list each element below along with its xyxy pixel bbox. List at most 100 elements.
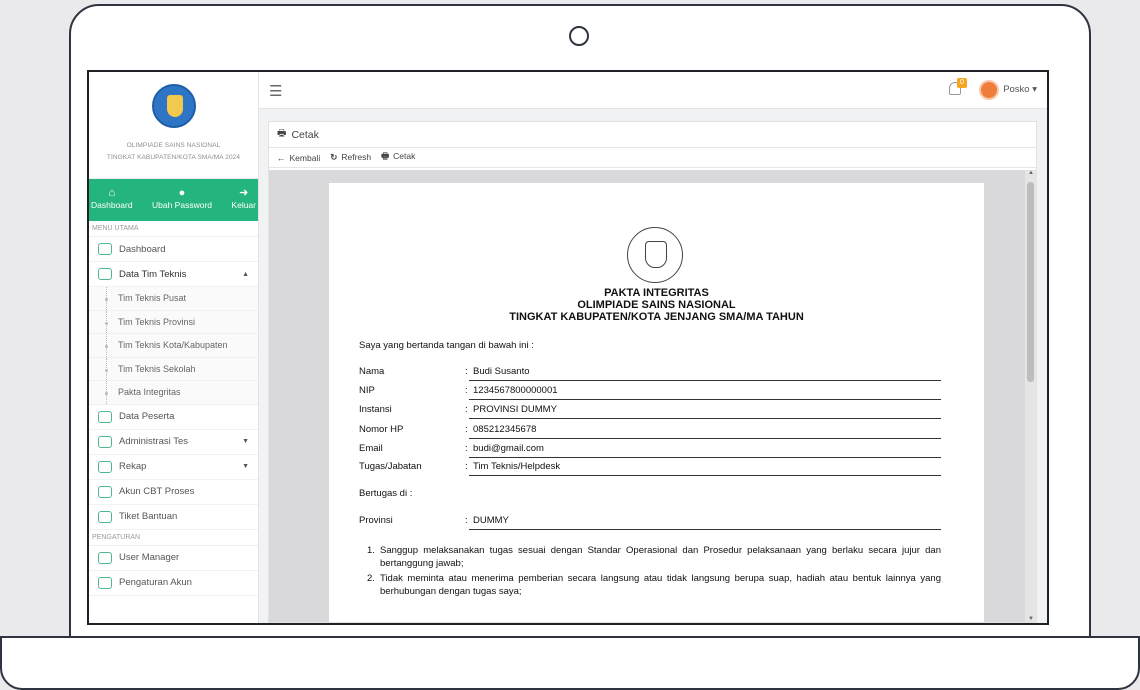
sidebar-item-label: Akun CBT Proses — [119, 486, 195, 497]
quick-ubah-password-label: Ubah Password — [152, 200, 213, 210]
field-label: Provinsi — [359, 515, 393, 526]
home-icon: ⌂ — [108, 187, 116, 199]
field-underline — [469, 380, 941, 381]
quick-keluar-button[interactable]: ➜ Keluar — [231, 187, 256, 221]
submenu-item-tim-teknis-pusat[interactable]: Tim Teknis Pusat — [89, 287, 258, 311]
sidebar-item-label: Dashboard — [119, 243, 166, 255]
field-email: Email : budi@gmail.com — [359, 443, 941, 458]
sidebar-item-label: Data Tim Teknis — [119, 268, 187, 280]
field-value: Budi Susanto — [473, 366, 530, 377]
print-button[interactable]: 🖶 Cetak — [381, 151, 415, 165]
field-colon: : — [465, 385, 468, 396]
notification-badge: 0 — [957, 78, 967, 88]
document-subtitle-2: TINGKAT KABUPATEN/KOTA JENJANG SMA/MA TA… — [509, 311, 804, 323]
submenu-item-tim-teknis-kota[interactable]: Tim Teknis Kota/Kabupaten — [89, 334, 258, 358]
sidebar-item-label: Pengaturan Akun — [119, 577, 192, 588]
caret-down-icon: ▼ — [242, 463, 249, 470]
sidebar-item-pengaturan-akun[interactable]: Pengaturan Akun — [89, 571, 258, 596]
print-label: Cetak — [393, 150, 416, 161]
back-button[interactable]: ← Kembali — [277, 153, 320, 163]
field-underline — [469, 399, 941, 400]
user-settings-icon — [98, 576, 112, 589]
quick-keluar-label: Keluar — [231, 200, 256, 210]
panel-title: Cetak — [291, 128, 319, 141]
sidebar-item-data-peserta[interactable]: Data Peserta — [89, 405, 258, 430]
scroll-up-icon[interactable]: ▲ — [1028, 170, 1034, 176]
sidebar-item-rekap[interactable]: Rekap ▼ — [89, 455, 258, 480]
kemdikbud-logo-icon — [151, 84, 196, 128]
sidebar-item-label: User Manager — [119, 552, 180, 563]
panel-toolbar: ← Kembali ↻ Refresh 🖶 Cetak — [269, 148, 1036, 168]
submenu-tim-teknis: Tim Teknis Pusat Tim Teknis Provinsi Tim… — [89, 287, 258, 405]
refresh-icon: ↻ — [330, 152, 338, 162]
sidebar-item-akun-cbt[interactable]: Akun CBT Proses — [89, 480, 258, 505]
sidebar-item-data-tim-teknis[interactable]: Data Tim Teknis ▲ — [89, 262, 258, 287]
sidebar-item-label: Tiket Bantuan — [119, 511, 178, 522]
field-value: 1234567800000001 — [473, 385, 558, 396]
list-number: 1. — [367, 545, 375, 556]
chart-icon — [98, 460, 112, 473]
user-menu-dropdown[interactable]: Posko ▾ — [1003, 84, 1037, 95]
field-value: budi@gmail.com — [473, 443, 544, 454]
field-colon: : — [465, 424, 468, 435]
caret-down-icon: ▼ — [242, 438, 249, 445]
scroll-down-icon[interactable]: ▼ — [1028, 616, 1034, 622]
document-subtitle: OLIMPIADE SAINS NASIONAL — [577, 299, 736, 311]
tut-wuri-handayani-seal-icon — [627, 227, 683, 283]
sidebar-item-user-manager[interactable]: User Manager — [89, 546, 258, 571]
submenu-item-tim-teknis-provinsi[interactable]: Tim Teknis Provinsi — [89, 310, 258, 334]
field-value: DUMMY — [473, 515, 509, 526]
dashboard-icon — [98, 243, 112, 255]
sidebar-item-tiket-bantuan[interactable]: Tiket Bantuan — [89, 505, 258, 530]
field-nip: NIP : 1234567800000001 — [359, 385, 941, 400]
app-screen: OLIMPIADE SAINS NASIONAL TINGKAT KABUPAT… — [87, 70, 1049, 625]
field-label: Email — [359, 443, 383, 454]
sidebar-item-label: Data Peserta — [119, 411, 175, 422]
field-label: Instansi — [359, 404, 392, 415]
ticket-icon — [98, 510, 112, 523]
sidebar: OLIMPIADE SAINS NASIONAL TINGKAT KABUPAT… — [89, 72, 259, 623]
submenu-item-pakta-integritas[interactable]: Pakta Integritas — [89, 381, 258, 405]
field-label: Nama — [359, 366, 385, 377]
list-text: Sanggup melaksanakan tugas sesuai dengan… — [380, 545, 941, 569]
field-label: Tugas/Jabatan — [359, 461, 422, 472]
field-underline — [469, 475, 941, 476]
field-provinsi: Provinsi : DUMMY — [359, 515, 941, 530]
caret-up-icon: ▲ — [242, 270, 249, 278]
list-number: 2. — [367, 573, 375, 584]
print-panel: 🖶 Cetak ← Kembali ↻ Refresh 🖶 Cetak PAKTA I… — [268, 121, 1037, 623]
top-navbar: ☰ 0 Posko ▾ — [259, 72, 1047, 109]
field-instansi: Instansi : PROVINSI DUMMY — [359, 404, 941, 419]
refresh-button[interactable]: ↻ Refresh — [330, 152, 371, 163]
submenu-item-tim-teknis-sekolah[interactable]: Tim Teknis Sekolah — [89, 357, 258, 381]
sidebar-item-label: Rekap — [119, 461, 147, 472]
field-underline — [469, 438, 941, 439]
quick-dashboard-label: Dashboard — [91, 200, 133, 210]
sidebar-item-administrasi-tes[interactable]: Administrasi Tes ▼ — [89, 430, 258, 455]
document-title: PAKTA INTEGRITAS — [604, 287, 709, 299]
field-colon: : — [465, 461, 468, 472]
field-nama: Nama : Budi Susanto — [359, 366, 941, 381]
field-value: Tim Teknis/Helpdesk — [473, 461, 561, 472]
printer-icon: 🖶 — [381, 150, 390, 161]
sidebar-item-dashboard[interactable]: Dashboard — [89, 237, 258, 262]
hamburger-menu-icon[interactable]: ☰ — [269, 82, 282, 100]
quick-ubah-password-button[interactable]: ● Ubah Password — [152, 187, 212, 221]
field-tugas-jabatan: Tugas/Jabatan : Tim Teknis/Helpdesk — [359, 461, 941, 476]
field-underline — [469, 457, 941, 458]
avatar[interactable] — [979, 80, 999, 100]
vertical-scrollbar[interactable]: ▲ ▼ — [1025, 170, 1036, 622]
list-item: 1. Sanggup melaksanakan tugas sesuai den… — [359, 544, 941, 570]
panel-header: 🖶 Cetak — [269, 122, 1036, 148]
brand: OLIMPIADE SAINS NASIONAL TINGKAT KABUPAT… — [89, 72, 258, 179]
quick-dashboard-button[interactable]: ⌂ Dashboard — [91, 187, 133, 221]
list-item: 2. Tidak meminta atau menerima pemberian… — [359, 572, 941, 598]
document-viewer[interactable]: PAKTA INTEGRITAS OLIMPIADE SAINS NASIONA… — [269, 170, 1036, 622]
printer-icon: 🖶 — [277, 128, 287, 139]
arrow-left-icon: ← — [277, 152, 286, 163]
list-text: Tidak meminta atau menerima pemberian se… — [380, 573, 941, 597]
field-colon: : — [465, 366, 468, 377]
quick-links: ⌂ Dashboard ● Ubah Password ➜ Keluar — [89, 179, 258, 221]
user-icon — [98, 551, 112, 564]
scrollbar-thumb[interactable] — [1027, 182, 1034, 382]
